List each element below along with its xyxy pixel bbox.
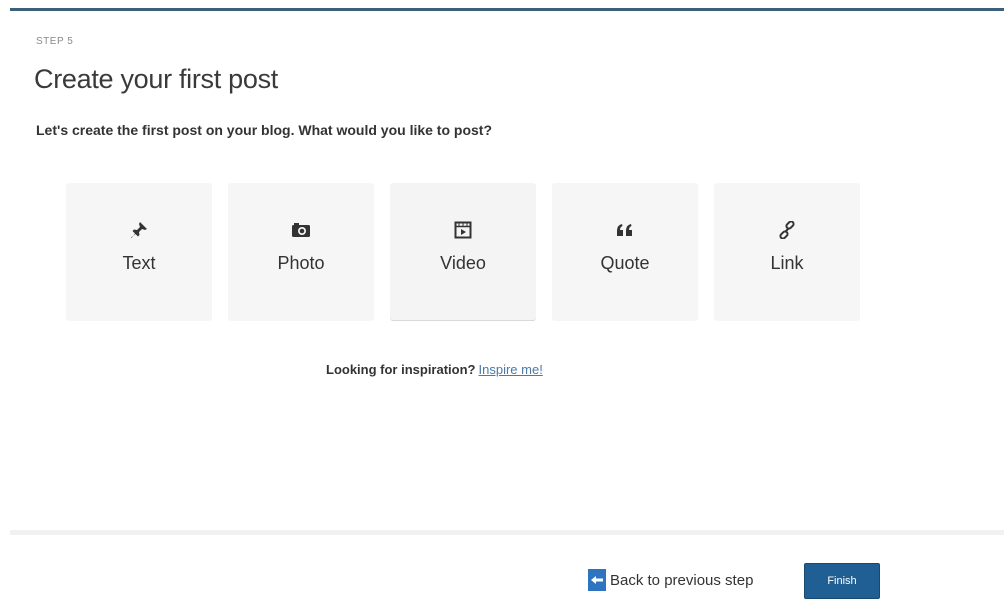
option-label: Video	[440, 253, 486, 273]
option-label: Text	[122, 253, 156, 273]
back-arrow-icon	[588, 569, 606, 591]
inspiration-prompt: Looking for inspiration?	[326, 362, 476, 377]
step-indicator: STEP 5	[36, 36, 74, 47]
back-to-previous-step-link[interactable]: Back to previous step	[588, 569, 753, 591]
quote-icon	[614, 219, 636, 241]
pin-icon	[128, 219, 150, 241]
option-video[interactable]: Video	[390, 183, 536, 321]
back-label: Back to previous step	[610, 571, 754, 589]
link-icon	[776, 219, 798, 241]
finish-button[interactable]: Finish	[804, 563, 880, 599]
footer-divider	[10, 530, 1004, 535]
option-label: Photo	[277, 253, 325, 273]
page-title: Create your first post	[34, 64, 278, 94]
post-type-options: Text Photo Video Quote Link	[66, 183, 860, 325]
top-accent-bar	[10, 8, 1004, 11]
inspiration-line: Looking for inspiration? Inspire me!	[326, 362, 543, 377]
camera-icon	[290, 219, 312, 241]
option-link[interactable]: Link	[714, 183, 860, 321]
option-text[interactable]: Text	[66, 183, 212, 321]
inspire-me-link[interactable]: Inspire me!	[479, 362, 543, 377]
option-label: Link	[770, 253, 804, 273]
option-quote[interactable]: Quote	[552, 183, 698, 321]
video-icon	[452, 219, 474, 241]
option-photo[interactable]: Photo	[228, 183, 374, 321]
option-label: Quote	[600, 253, 650, 273]
intro-text: Let's create the first post on your blog…	[36, 122, 493, 138]
